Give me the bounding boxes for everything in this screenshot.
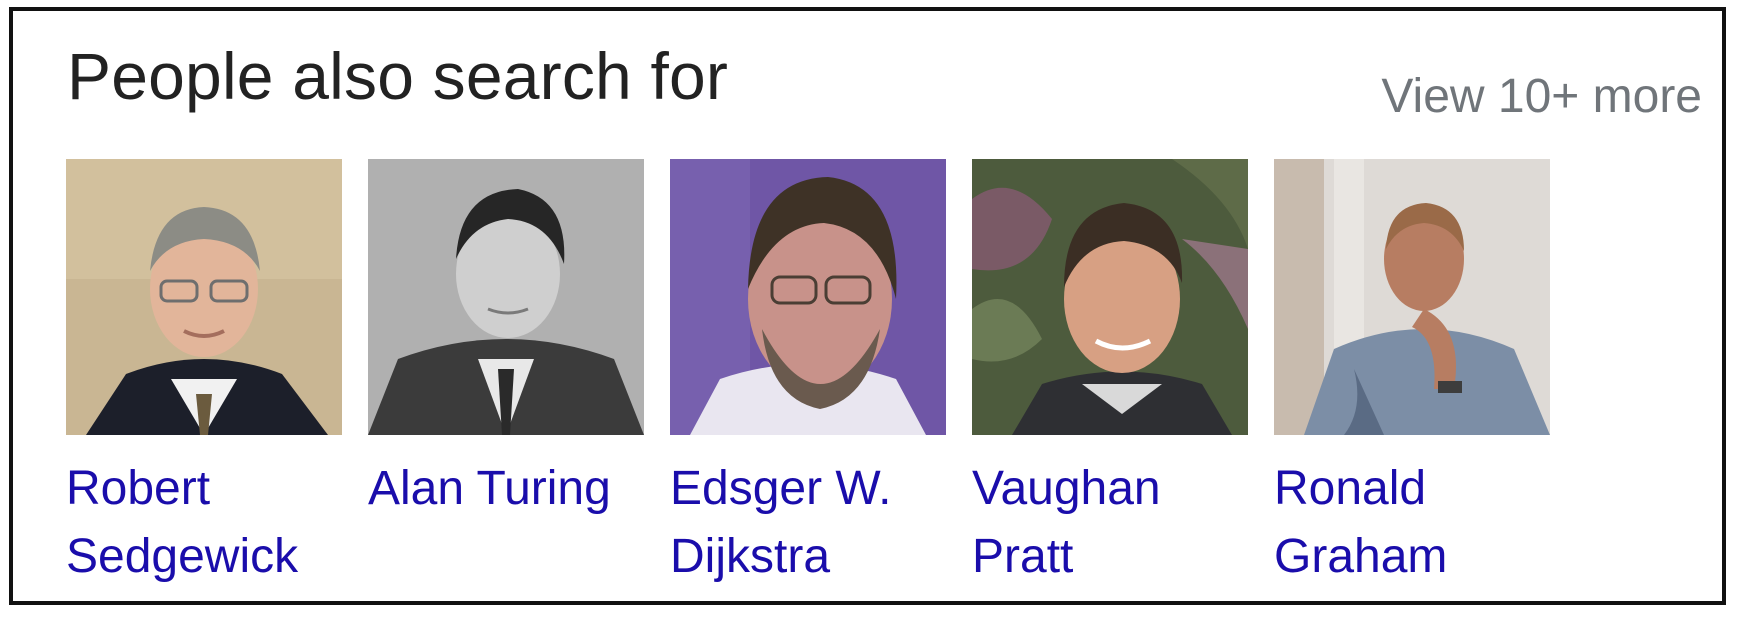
person-name[interactable]: Edsger W. Dijkstra <box>670 455 960 591</box>
person-card-ronald-graham[interactable]: Ronald Graham <box>1274 159 1550 591</box>
person-photo[interactable] <box>670 159 946 435</box>
person-name[interactable]: Ronald Graham <box>1274 455 1564 591</box>
portrait-icon <box>368 159 644 435</box>
portrait-icon <box>670 159 946 435</box>
portrait-icon <box>1274 159 1550 435</box>
person-card-robert-sedgewick[interactable]: Robert Sedgewick <box>66 159 342 591</box>
person-card-edsger-dijkstra[interactable]: Edsger W. Dijkstra <box>670 159 946 591</box>
people-carousel: Robert Sedgewick Alan Turing Edsger W. D… <box>66 159 1706 599</box>
view-more-link[interactable]: View 10+ more <box>1381 69 1702 124</box>
person-name[interactable]: Robert Sedgewick <box>66 455 356 591</box>
portrait-icon <box>972 159 1248 435</box>
person-card-alan-turing[interactable]: Alan Turing <box>368 159 644 523</box>
person-photo[interactable] <box>1274 159 1550 435</box>
person-name[interactable]: Alan Turing <box>368 455 658 523</box>
person-photo[interactable] <box>66 159 342 435</box>
person-photo[interactable] <box>368 159 644 435</box>
person-card-vaughan-pratt[interactable]: Vaughan Pratt <box>972 159 1248 591</box>
person-name[interactable]: Vaughan Pratt <box>972 455 1262 591</box>
person-photo[interactable] <box>972 159 1248 435</box>
people-also-search-panel: People also search for View 10+ more Rob… <box>9 7 1726 605</box>
portrait-icon <box>66 159 342 435</box>
panel-title: People also search for <box>67 39 729 113</box>
